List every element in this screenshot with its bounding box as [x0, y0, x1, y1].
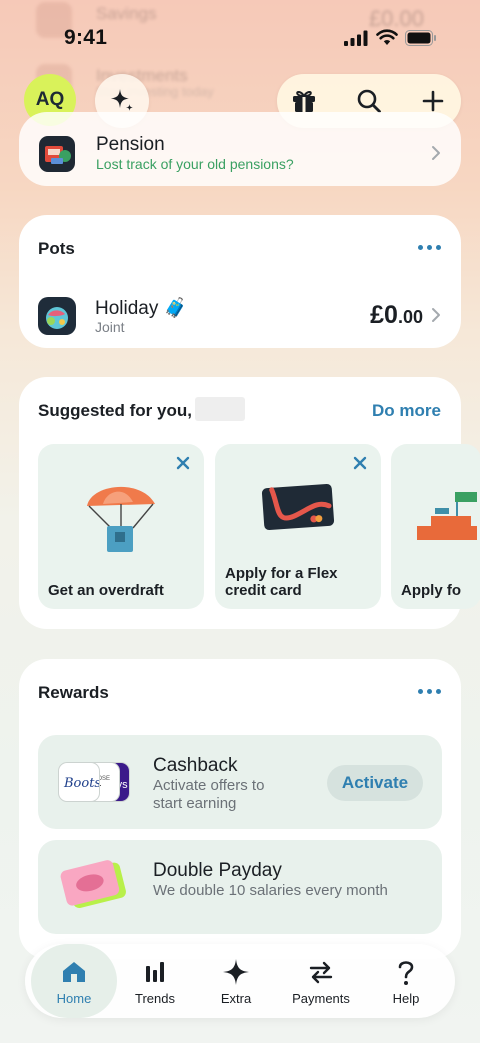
close-icon[interactable]: [353, 456, 367, 470]
status-bar: 9:41: [0, 0, 480, 72]
wifi-icon: [376, 29, 398, 45]
avatar-initials: AQ: [35, 89, 65, 110]
tab-label: Extra: [220, 991, 252, 1006]
tile-label: Get an overdraft: [48, 582, 164, 599]
rewards-title: Rewards: [38, 683, 109, 702]
suggested-card: Suggested for you, Do more Get an overdr…: [19, 377, 480, 629]
tab-label: Home: [56, 991, 92, 1006]
gift-icon: [293, 90, 315, 112]
pension-icon: [39, 136, 75, 172]
search-button[interactable]: [355, 87, 383, 115]
rewards-card: Rewards rys NOSE Boots Cashback Activate…: [19, 659, 461, 959]
holiday-pot-icon: [38, 297, 76, 335]
reward-subtitle: Activate offers to start earning: [153, 777, 265, 812]
suggestion-tile-partial[interactable]: Apply fo: [391, 444, 480, 609]
sparkle-icon: [223, 959, 249, 985]
pots-more-icon[interactable]: [418, 245, 441, 250]
reward-subtitle: We double 10 salaries every month: [153, 882, 388, 899]
chevron-right-icon: [432, 146, 440, 160]
tab-label: Help: [392, 991, 420, 1006]
pension-card[interactable]: Pension Lost track of your old pensions?: [19, 112, 461, 186]
reward-cashback[interactable]: rys NOSE Boots Cashback Activate offers …: [38, 735, 442, 829]
tab-trends[interactable]: Trends: [112, 944, 198, 1018]
help-icon: [398, 961, 414, 985]
tab-label: Payments: [292, 991, 350, 1006]
parachute-illustration: [87, 486, 155, 552]
search-icon: [357, 89, 381, 113]
rewards-more-icon[interactable]: [418, 689, 441, 694]
reward-double-payday[interactable]: Double Payday We double 10 salaries ever…: [38, 840, 442, 934]
tab-help[interactable]: Help: [363, 944, 449, 1018]
cellular-signal-icon: [344, 30, 368, 46]
suggestion-tile-flex-card[interactable]: Apply for a Flex credit card: [215, 444, 381, 609]
bottom-tab-bar: Home Trends Extra Payments Help: [25, 944, 455, 1018]
add-button[interactable]: [419, 87, 447, 115]
chevron-right-icon: [432, 308, 440, 322]
reward-title: Double Payday: [153, 860, 282, 881]
gift-button[interactable]: [290, 87, 318, 115]
plus-icon: [422, 90, 444, 112]
pots-card: Pots Holiday 🧳 Joint £0.00: [19, 215, 461, 348]
pension-subtitle: Lost track of your old pensions?: [96, 156, 294, 172]
suggested-title: Suggested for you,: [38, 401, 192, 420]
transfer-icon: [309, 961, 333, 984]
building-illustration: [417, 492, 477, 540]
tile-label: Apply fo: [401, 582, 461, 599]
tab-label: Trends: [135, 991, 175, 1006]
status-time: 9:41: [64, 26, 108, 49]
tile-label: Apply for a Flex credit card: [225, 565, 338, 599]
do-more-link[interactable]: Do more: [372, 401, 441, 421]
home-icon: [63, 962, 85, 982]
trends-icon: [146, 962, 164, 982]
pot-name: Holiday 🧳: [95, 298, 188, 319]
tab-payments[interactable]: Payments: [278, 944, 364, 1018]
luggage-icon: 🧳: [163, 298, 188, 319]
tab-home[interactable]: Home: [31, 944, 117, 1018]
pot-type: Joint: [95, 319, 125, 335]
double-payday-illustration: [60, 860, 126, 909]
tab-extra[interactable]: Extra: [193, 944, 279, 1018]
boots-logo: Boots: [58, 762, 100, 802]
suggestion-tile-overdraft[interactable]: Get an overdraft: [38, 444, 204, 609]
pot-balance: £0.00: [370, 301, 423, 329]
pots-title: Pots: [38, 239, 75, 258]
close-icon[interactable]: [176, 456, 190, 470]
battery-icon: [405, 30, 436, 46]
reward-title: Cashback: [153, 755, 238, 776]
redacted-name: [195, 397, 245, 421]
activate-button[interactable]: Activate: [327, 765, 423, 801]
svg-text:Boots: Boots: [63, 776, 100, 791]
pension-title: Pension: [96, 134, 165, 155]
credit-card-illustration: [261, 483, 335, 531]
